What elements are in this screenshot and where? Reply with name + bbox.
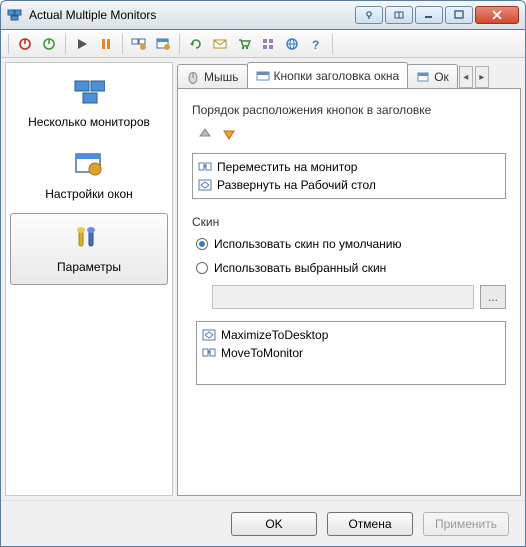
move-to-monitor-icon: [201, 345, 217, 361]
tab-label: Ок: [434, 70, 449, 84]
close-button[interactable]: [475, 6, 519, 24]
ok-button[interactable]: OK: [231, 512, 317, 536]
titlebar-icon: [256, 69, 270, 83]
list-item[interactable]: MoveToMonitor: [201, 344, 501, 362]
refresh-icon[interactable]: [185, 33, 207, 55]
power-green-icon[interactable]: [38, 33, 60, 55]
monitors-icon[interactable]: [128, 33, 150, 55]
dialog-footer: OK Отмена Применить: [1, 500, 525, 546]
list-item-label: Переместить на монитор: [217, 160, 357, 174]
sidebar-item-monitors[interactable]: Несколько мониторов: [10, 69, 168, 139]
radio-icon: [196, 238, 208, 250]
maximize-button[interactable]: [445, 6, 473, 24]
svg-text:?: ?: [312, 38, 319, 51]
apply-button[interactable]: Применить: [423, 512, 509, 536]
list-item-label: MaximizeToDesktop: [221, 328, 328, 342]
window-buttons: [355, 6, 519, 24]
help-icon[interactable]: ?: [305, 33, 327, 55]
main-area: Несколько мониторов Настройки окон Парам…: [1, 58, 525, 500]
sidebar-item-windows[interactable]: Настройки окон: [10, 141, 168, 211]
tab-strip: Мышь Кнопки заголовка окна Ок ◂ ▸: [177, 62, 521, 88]
window-config-icon[interactable]: [152, 33, 174, 55]
maximize-to-desktop-icon: [197, 177, 213, 193]
tab-mouse[interactable]: Мышь: [177, 64, 248, 88]
radio-default-skin[interactable]: Использовать скин по умолчанию: [196, 237, 506, 251]
list-item-label: Развернуть на Рабочий стол: [217, 178, 376, 192]
minimize-button[interactable]: [415, 6, 443, 24]
list-item-label: MoveToMonitor: [221, 346, 303, 360]
skin-path-input: [212, 285, 474, 309]
sidebar-item-label: Настройки окон: [45, 187, 133, 201]
move-up-button[interactable]: [196, 125, 214, 143]
list-item[interactable]: MaximizeToDesktop: [201, 326, 501, 344]
title-bar: Actual Multiple Monitors: [0, 0, 526, 30]
extra-button-2[interactable]: [385, 6, 413, 24]
right-panel: Мышь Кнопки заголовка окна Ок ◂ ▸ Порядо…: [177, 62, 521, 496]
tab-title-buttons[interactable]: Кнопки заголовка окна: [247, 62, 409, 88]
sidebar-item-label: Несколько мониторов: [28, 115, 150, 129]
extra-button-1[interactable]: [355, 6, 383, 24]
tab-scroll-left[interactable]: ◂: [459, 66, 473, 88]
move-down-button[interactable]: [220, 125, 238, 143]
radio-icon: [196, 262, 208, 274]
sidebar-item-options[interactable]: Параметры: [10, 213, 168, 285]
multiple-monitors-icon: [73, 77, 105, 109]
skin-label: Скин: [192, 215, 506, 229]
order-label: Порядок расположения кнопок в заголовке: [192, 103, 506, 117]
browse-button[interactable]: ...: [480, 285, 506, 309]
skins-list[interactable]: MaximizeToDesktop MoveToMonitor: [196, 321, 506, 385]
tab-partial[interactable]: Ок: [407, 64, 458, 88]
window-frame: ? Несколько мониторов Настройки окон: [0, 30, 526, 547]
cart-icon[interactable]: [233, 33, 255, 55]
reorder-arrows: [196, 125, 506, 143]
title-buttons-list[interactable]: Переместить на монитор Развернуть на Раб…: [192, 153, 506, 199]
mail-icon[interactable]: [209, 33, 231, 55]
sidebar: Несколько мониторов Настройки окон Парам…: [5, 62, 173, 496]
globe-icon[interactable]: [281, 33, 303, 55]
mouse-icon: [186, 70, 200, 84]
radio-custom-skin[interactable]: Использовать выбранный скин: [196, 261, 506, 275]
radio-label: Использовать выбранный скин: [214, 261, 386, 275]
tab-content: Порядок расположения кнопок в заголовке …: [177, 88, 521, 496]
sidebar-item-label: Параметры: [57, 260, 121, 274]
maximize-to-desktop-icon: [201, 327, 217, 343]
window-title: Actual Multiple Monitors: [29, 8, 355, 22]
cancel-button[interactable]: Отмена: [327, 512, 413, 536]
list-item[interactable]: Переместить на монитор: [197, 158, 501, 176]
skin-path-row: ...: [212, 285, 506, 309]
move-to-monitor-icon: [197, 159, 213, 175]
pause-icon[interactable]: [95, 33, 117, 55]
app-icon: [7, 7, 23, 23]
toolbar: ?: [1, 30, 525, 58]
window-icon: [416, 70, 430, 84]
power-red-icon[interactable]: [14, 33, 36, 55]
tab-label: Кнопки заголовка окна: [274, 69, 400, 83]
tab-label: Мышь: [204, 70, 239, 84]
play-icon[interactable]: [71, 33, 93, 55]
options-icon: [73, 222, 105, 254]
grid-icon[interactable]: [257, 33, 279, 55]
radio-label: Использовать скин по умолчанию: [214, 237, 402, 251]
tab-scroll-right[interactable]: ▸: [475, 66, 489, 88]
list-item[interactable]: Развернуть на Рабочий стол: [197, 176, 501, 194]
window-settings-icon: [73, 149, 105, 181]
